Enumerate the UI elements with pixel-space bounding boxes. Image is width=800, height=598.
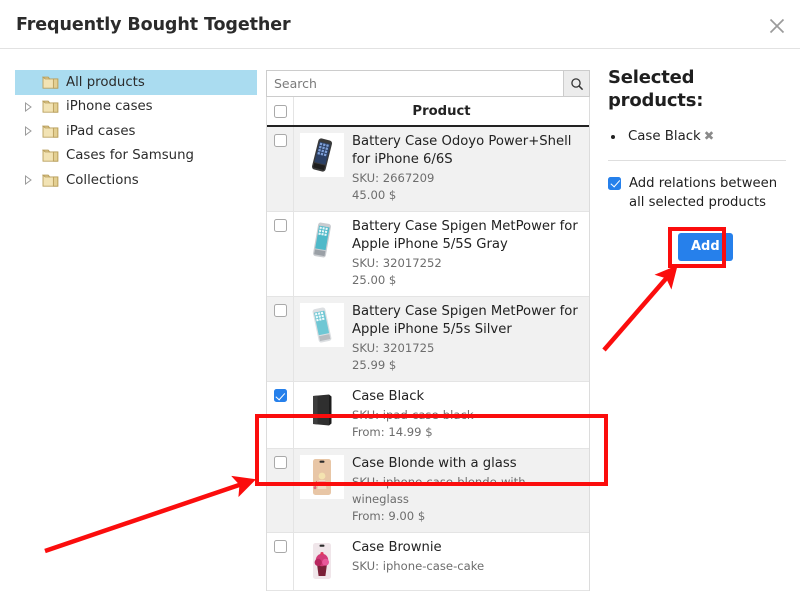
product-name: Case Brownie <box>352 540 442 555</box>
table-row[interactable]: Battery Case Spigen MetPower for Apple i… <box>267 297 589 382</box>
product-name: Battery Case Spigen MetPower for Apple i… <box>352 219 578 252</box>
row-checkbox[interactable] <box>273 456 287 469</box>
table-row[interactable]: Case Blonde with a glass SKU: iphone-cas… <box>267 449 589 533</box>
search-button[interactable] <box>563 70 590 97</box>
column-header-product: Product <box>412 103 471 119</box>
product-name: Battery Case Odoyo Power+Shell for iPhon… <box>352 134 572 167</box>
row-checkbox-cell <box>267 449 294 532</box>
close-icon[interactable] <box>765 14 789 38</box>
sidebar-item-label: Cases for Samsung <box>66 148 194 164</box>
row-body: Case Blonde with a glass SKU: iphone-cas… <box>294 449 589 532</box>
product-info: Battery Case Spigen MetPower for Apple i… <box>352 218 583 289</box>
remove-selected-product-icon[interactable]: ✖ <box>704 128 714 143</box>
table-header: Product <box>267 97 589 127</box>
product-price: 45.00 $ <box>352 188 397 202</box>
product-sku: SKU: 3201725 <box>352 341 435 355</box>
iphone-brownie-case-thumb <box>300 539 344 583</box>
arrow-to-case-black-row <box>44 475 257 554</box>
folder-icon <box>41 173 60 188</box>
row-checkbox-cell <box>267 382 294 448</box>
frequently-bought-together-modal: Frequently Bought Together All products <box>0 0 800 598</box>
folder-icon <box>41 99 60 114</box>
table-row[interactable]: Case Black SKU: ipad-case-black From: 14… <box>267 382 589 449</box>
page-title: Frequently Bought Together <box>16 15 291 35</box>
row-body: Case Black SKU: ipad-case-black From: 14… <box>294 382 589 448</box>
select-all-checkbox[interactable] <box>273 104 287 118</box>
table-row[interactable]: Case Brownie SKU: iphone-case-cake <box>267 533 589 591</box>
sidebar-item-label: iPhone cases <box>66 99 153 115</box>
row-checkbox-cell <box>267 127 294 211</box>
sidebar-item-label: Collections <box>66 172 139 188</box>
table-row[interactable]: Battery Case Spigen MetPower for Apple i… <box>267 212 589 297</box>
row-body: Battery Case Spigen MetPower for Apple i… <box>294 297 589 381</box>
product-sku: SKU: 2667209 <box>352 171 435 185</box>
search-icon <box>570 77 584 91</box>
sidebar-item-ipad-cases[interactable]: iPad cases <box>15 119 257 144</box>
search-input[interactable] <box>266 70 563 97</box>
row-checkbox-cell <box>267 533 294 590</box>
row-body: Battery Case Odoyo Power+Shell for iPhon… <box>294 127 589 211</box>
row-checkbox-cell <box>267 297 294 381</box>
iphone-black-case-thumb <box>300 133 344 177</box>
table-row[interactable]: Battery Case Odoyo Power+Shell for iPhon… <box>267 127 589 212</box>
selected-products-panel: Selected products: Case Black✖ Add relat… <box>608 66 788 261</box>
product-name: Case Black <box>352 389 425 404</box>
sidebar-item-cases-for-samsung[interactable]: Cases for Samsung <box>15 144 257 169</box>
product-info: Battery Case Spigen MetPower for Apple i… <box>352 303 583 374</box>
row-checkbox[interactable] <box>273 540 287 553</box>
row-checkbox[interactable] <box>273 219 287 232</box>
sidebar-item-collections[interactable]: Collections <box>15 168 257 193</box>
row-checkbox[interactable] <box>273 304 287 317</box>
row-body: Case Brownie SKU: iphone-case-cake <box>294 533 589 590</box>
product-price: 25.99 $ <box>352 358 397 372</box>
search-row <box>266 70 590 97</box>
product-name: Case Blonde with a glass <box>352 456 517 471</box>
sidebar-item-iphone-cases[interactable]: iPhone cases <box>15 95 257 120</box>
sidebar-item-label: All products <box>66 74 145 90</box>
row-body: Battery Case Spigen MetPower for Apple i… <box>294 212 589 296</box>
iphone-blonde-case-thumb <box>300 455 344 499</box>
product-name: Battery Case Spigen MetPower for Apple i… <box>352 304 578 337</box>
arrow-to-add-button <box>602 265 678 352</box>
chevron-right-icon[interactable] <box>15 175 41 186</box>
add-relations-row[interactable]: Add relations between all selected produ… <box>608 174 788 212</box>
product-price: From: 9.00 $ <box>352 509 426 523</box>
product-sku: SKU: iphone-case-blonde-with-wineglass <box>352 475 530 506</box>
product-sku: SKU: ipad-case-black <box>352 408 474 422</box>
product-table: Product Battery Case Odoyo Power+Shell f… <box>266 97 590 591</box>
product-price: From: 14.99 $ <box>352 425 433 439</box>
row-checkbox[interactable] <box>273 134 287 147</box>
folder-icon <box>41 148 60 163</box>
add-button[interactable]: Add <box>678 233 733 261</box>
selected-products-list: Case Black✖ <box>608 126 788 146</box>
iphone-gray-case-thumb <box>300 218 344 262</box>
selected-products-title: Selected products: <box>608 67 704 111</box>
add-relations-label: Add relations between all selected produ… <box>629 176 778 210</box>
add-relations-checkbox[interactable] <box>608 176 621 190</box>
sidebar-item-label: iPad cases <box>66 123 136 139</box>
chevron-right-icon[interactable] <box>15 126 41 137</box>
product-info: Case Brownie SKU: iphone-case-cake <box>352 539 583 583</box>
product-info: Battery Case Odoyo Power+Shell for iPhon… <box>352 133 583 204</box>
category-tree: All products iPhone cases iPad cases Cas… <box>15 70 257 193</box>
product-sku: SKU: iphone-case-cake <box>352 559 485 573</box>
sidebar-item-all-products[interactable]: All products <box>15 70 257 95</box>
select-all-cell <box>267 97 294 125</box>
row-checkbox-cell <box>267 212 294 296</box>
product-picker: Product <box>266 70 590 598</box>
iphone-silver-case-thumb <box>300 303 344 347</box>
folder-icon <box>41 75 60 90</box>
product-info: Case Blonde with a glass SKU: iphone-cas… <box>352 455 583 525</box>
folder-icon <box>41 124 60 139</box>
list-item: Case Black✖ <box>625 126 788 146</box>
product-price: 25.00 $ <box>352 273 397 287</box>
divider <box>608 160 786 161</box>
ipad-black-case-thumb <box>300 388 344 432</box>
product-sku: SKU: 32017252 <box>352 256 442 270</box>
chevron-right-icon[interactable] <box>15 101 41 112</box>
row-checkbox[interactable] <box>273 389 287 402</box>
modal-header: Frequently Bought Together <box>0 0 800 49</box>
product-info: Case Black SKU: ipad-case-black From: 14… <box>352 388 583 441</box>
selected-product-label: Case Black <box>628 129 701 144</box>
